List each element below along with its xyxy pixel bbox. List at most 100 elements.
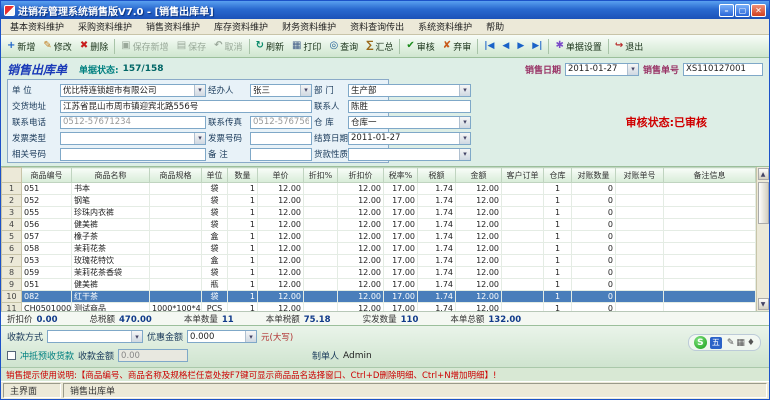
table-row[interactable]: 2 052 钢笔袋 1 12.00 12.00 17.00 1.74 12.00 1 0 <box>1 194 756 207</box>
toolbar-button[interactable]: ✖ 删除 <box>76 37 112 56</box>
column-header[interactable]: 税率% <box>383 167 418 183</box>
ime-mode-icon[interactable]: 五 <box>709 336 722 349</box>
table-row[interactable]: 11CH05010001测试商品1000*100*40.PCS112.0012.… <box>1 302 756 311</box>
audit-status: 审核状态:已审核 <box>625 116 707 129</box>
menu-item[interactable]: 财务资料维护 <box>275 19 343 34</box>
phone-input[interactable] <box>61 116 205 128</box>
toolbar-button[interactable]: + 新增 <box>3 37 39 56</box>
column-header[interactable]: 商品名称 <box>71 167 150 183</box>
column-header[interactable]: 商品规格 <box>149 167 202 183</box>
related-no-input[interactable] <box>61 148 205 160</box>
offset-prepay-checkbox[interactable] <box>7 351 16 360</box>
toolbar-button[interactable]: ◎ 查询 <box>325 37 362 56</box>
invoice-no-input[interactable] <box>251 132 311 144</box>
calendar-dropdown-icon[interactable]: ▾ <box>459 132 470 144</box>
toolbar-button[interactable]: ✔ 审核 <box>402 37 438 56</box>
chevron-down-icon[interactable]: ▾ <box>459 84 470 96</box>
unit-input[interactable] <box>61 84 194 96</box>
table-row[interactable]: 4 056 健美裤袋 1 12.00 12.00 17.00 1.74 12.00 1 0 <box>1 218 756 231</box>
chevron-down-icon[interactable]: ▾ <box>131 331 143 342</box>
table-row[interactable]: 1 051 书本袋 1 12.00 12.00 17.00 1.74 12.00 1 0 <box>1 182 756 195</box>
toolbar-button[interactable]: ↶ 取消 <box>210 37 246 56</box>
toolbar-button[interactable]: ▶| <box>528 38 546 54</box>
fax-input[interactable] <box>251 116 311 128</box>
ime-logo-icon[interactable]: S <box>693 336 707 349</box>
nature-input[interactable] <box>349 148 459 160</box>
toolbar-button[interactable]: ✘ 弃审 <box>439 37 475 56</box>
calendar-dropdown-icon[interactable]: ▾ <box>626 63 638 75</box>
scrollbar-thumb[interactable] <box>757 182 769 224</box>
toolbar-button[interactable]: ✎ 修改 <box>39 37 75 56</box>
settle-date-input[interactable] <box>349 132 459 144</box>
menu-item[interactable]: 资料查询传出 <box>343 19 411 34</box>
menu-item[interactable]: 基本资料维护 <box>3 19 71 34</box>
ime-tool-icon[interactable]: ▦ <box>736 338 745 348</box>
table-row[interactable]: 6 058 茉莉花茶袋 1 12.00 12.00 17.00 1.74 12.00 1 0 <box>1 242 756 255</box>
menu-item[interactable]: 帮助 <box>479 19 511 34</box>
ime-tool-icon[interactable]: ✎ <box>727 338 735 348</box>
toolbar-button[interactable]: ▣ 保存新增 <box>117 37 172 56</box>
agent-field: ▾ <box>250 83 312 97</box>
warehouse-input[interactable] <box>349 116 459 128</box>
contact-input[interactable] <box>349 100 470 112</box>
items-grid: 商品编号 商品名称 商品规格 单位 数量 单价 折扣% 折扣价 税率% 税额 金额 客户订单 仓库 对账数… <box>1 167 756 311</box>
column-header[interactable]: 对账单号 <box>615 167 664 183</box>
chevron-down-icon[interactable]: ▾ <box>300 84 311 96</box>
remark-input[interactable] <box>251 148 311 160</box>
receipt-amount-input[interactable] <box>118 349 189 362</box>
column-header[interactable]: 客户订单 <box>501 167 544 183</box>
agent-input[interactable] <box>251 84 300 96</box>
column-header[interactable]: 税额 <box>417 167 456 183</box>
column-header[interactable]: 单价 <box>257 167 304 183</box>
invoice-type-input[interactable] <box>61 132 194 144</box>
scroll-down-icon[interactable]: ▼ <box>757 298 769 310</box>
menu-item[interactable]: 库存资料维护 <box>207 19 275 34</box>
toolbar-button[interactable]: ◀ <box>498 38 513 54</box>
column-header[interactable]: 金额 <box>455 167 502 183</box>
column-header[interactable]: 折扣价 <box>337 167 384 183</box>
scroll-up-icon[interactable]: ▲ <box>757 168 769 180</box>
status-right: 销售出库单 <box>63 383 767 398</box>
chevron-down-icon[interactable]: ▾ <box>459 148 470 160</box>
toolbar-button[interactable]: ✱ 单据设置 <box>551 37 605 56</box>
column-header[interactable]: 对账数量 <box>571 167 616 183</box>
column-header[interactable]: 数量 <box>227 167 258 183</box>
chevron-down-icon[interactable]: ▾ <box>459 116 470 128</box>
table-row[interactable]: 5 057 橡子茶盒 1 12.00 12.00 17.00 1.74 12.00 1 0 <box>1 230 756 243</box>
column-header[interactable]: 仓库 <box>543 167 572 183</box>
toolbar-button[interactable]: ▶ <box>513 38 528 54</box>
sale-no-input[interactable] <box>684 63 762 75</box>
sale-date-input[interactable] <box>565 63 627 75</box>
dept-input[interactable] <box>349 84 459 96</box>
toolbar-button[interactable]: ∑ 汇总 <box>362 37 397 56</box>
chevron-down-icon[interactable]: ▾ <box>194 84 205 96</box>
minimize-button[interactable]: – <box>719 3 734 17</box>
menu-item[interactable]: 系统资料维护 <box>411 19 479 34</box>
vertical-scrollbar[interactable]: ▲ ▼ <box>756 167 769 311</box>
spinner-icon[interactable]: ▾ <box>245 331 257 342</box>
table-row[interactable]: 3 055 珍珠内衣裤袋 1 12.00 12.00 17.00 1.74 12.00 1 0 <box>1 206 756 219</box>
ime-tool-icon[interactable]: ♦ <box>747 338 755 348</box>
column-header[interactable]: 折扣% <box>303 167 338 183</box>
column-header[interactable]: 备注信息 <box>663 167 756 183</box>
payment-method-select[interactable] <box>48 331 132 342</box>
toolbar-button[interactable]: ▦ 打印 <box>288 37 325 56</box>
menu-item[interactable]: 采购资料维护 <box>71 19 139 34</box>
table-row[interactable]: 8 059 茉莉花茶香袋袋 1 12.00 12.00 17.00 1.74 12.00 1 0 <box>1 266 756 279</box>
toolbar-button[interactable]: ▤ 保存 <box>173 37 210 56</box>
column-header[interactable]: 单位 <box>201 167 228 183</box>
toolbar-button[interactable]: |◀ <box>480 38 498 54</box>
toolbar-button-label: 刷新 <box>265 42 284 53</box>
table-row[interactable]: 9 051 健美裤瓶 1 12.00 12.00 17.00 1.74 12.00 1 0 <box>1 278 756 291</box>
address-input[interactable] <box>61 100 311 112</box>
close-button[interactable]: ✕ <box>751 3 766 17</box>
table-row[interactable]: 10 082 红干茶袋 1 12.00 12.00 17.00 1.74 12.00 1 0 <box>1 290 756 303</box>
menu-item[interactable]: 销售资料维护 <box>139 19 207 34</box>
chevron-down-icon[interactable]: ▾ <box>194 132 205 144</box>
toolbar-button[interactable]: ↪ 退出 <box>611 37 647 56</box>
column-header[interactable]: 商品编号 <box>21 167 72 183</box>
toolbar-button[interactable]: ↻ 刷新 <box>252 37 288 56</box>
maximize-button[interactable]: ▢ <box>735 3 750 17</box>
discount-amount-input[interactable] <box>188 331 246 342</box>
table-row[interactable]: 7 053 玫瑰花特饮盒 1 12.00 12.00 17.00 1.74 12.00 1 0 <box>1 254 756 267</box>
